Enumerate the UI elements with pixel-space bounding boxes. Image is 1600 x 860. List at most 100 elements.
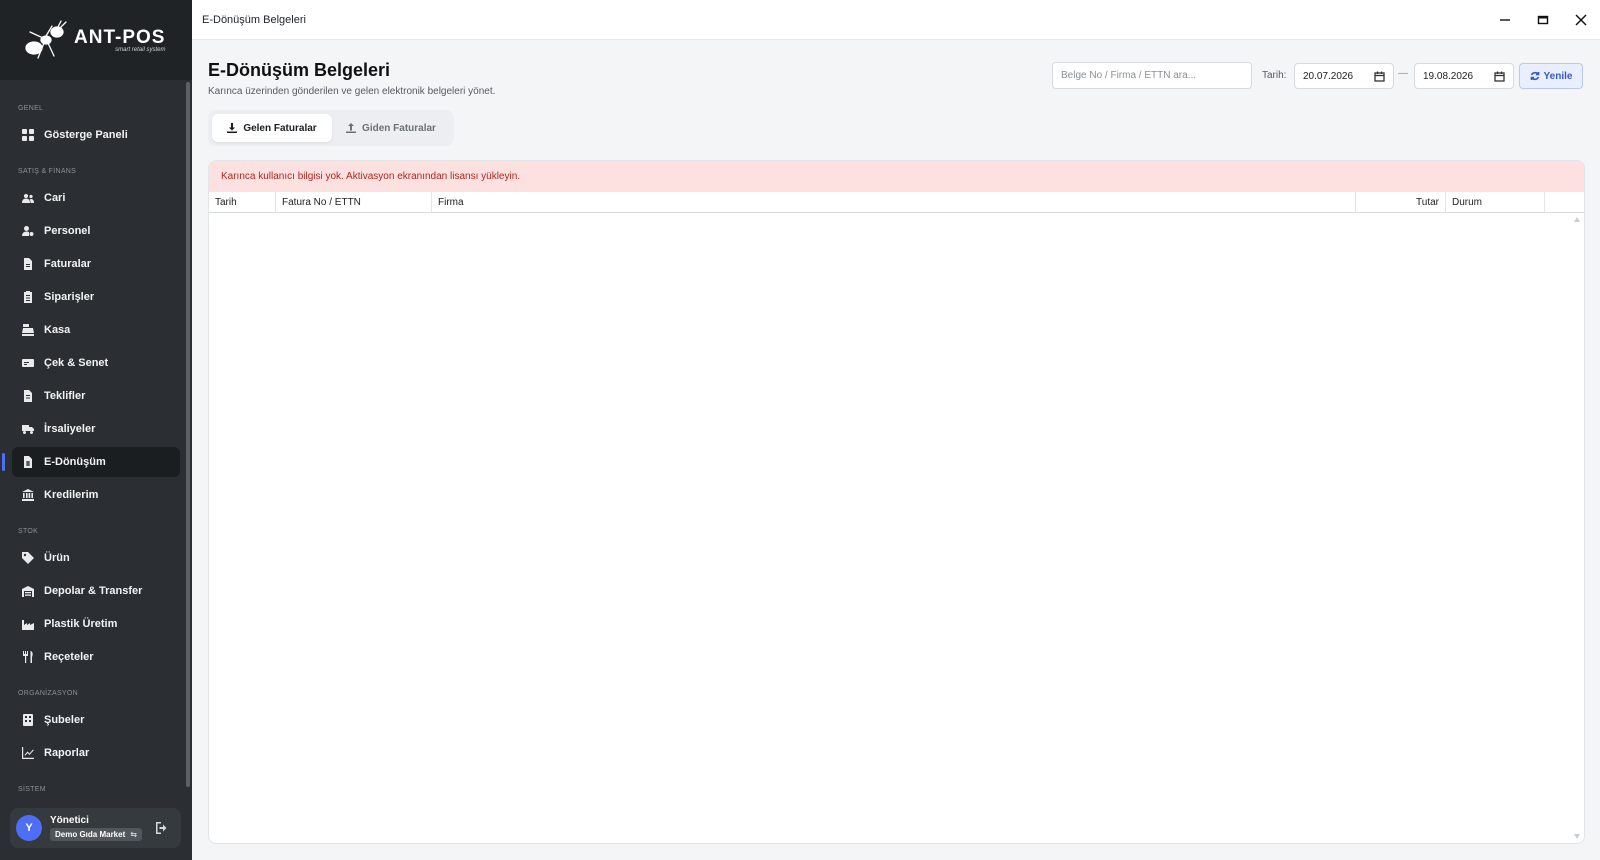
date-from-field[interactable]: 20.07.2026 bbox=[1294, 63, 1394, 89]
date-label: Tarih: bbox=[1262, 70, 1287, 81]
sidebar-item-label: Kasa bbox=[44, 324, 71, 336]
dashboard-grid-icon bbox=[22, 129, 34, 141]
avatar: Y bbox=[16, 815, 42, 841]
user-gear-icon bbox=[22, 226, 34, 236]
app-logo[interactable]: ANT-POS smart retail system bbox=[0, 0, 192, 80]
sidebar-item-label: Faturalar bbox=[44, 258, 92, 270]
sidebar-item-irsaliyeler[interactable]: İrsaliyeler bbox=[12, 414, 180, 444]
scroll-up-arrow-icon[interactable] bbox=[1574, 217, 1580, 222]
window-titlebar: E-Dönüşüm Belgeleri bbox=[192, 0, 1600, 40]
tab-label: Giden Faturalar bbox=[362, 122, 436, 134]
industry-icon bbox=[22, 620, 34, 630]
tab-label: Gelen Faturalar bbox=[243, 122, 317, 134]
sidebar-item-label: Ürün bbox=[44, 552, 70, 564]
close-button[interactable] bbox=[1562, 0, 1600, 40]
refresh-icon bbox=[1530, 71, 1539, 81]
utensils-icon bbox=[23, 651, 33, 663]
column-header-amount[interactable]: Tutar bbox=[1356, 192, 1446, 212]
sidebar-item-label: Gösterge Paneli bbox=[44, 129, 128, 141]
column-header-status[interactable]: Durum bbox=[1446, 192, 1545, 212]
building-icon bbox=[23, 714, 33, 726]
minimize-button[interactable] bbox=[1486, 0, 1524, 40]
search-input[interactable] bbox=[1052, 62, 1252, 89]
sidebar: ANT-POS smart retail system GENEL Göster… bbox=[0, 0, 192, 860]
sidebar-item-personel[interactable]: Personel bbox=[12, 216, 180, 246]
sidebar-item-plastik-uretim[interactable]: Plastik Üretim bbox=[12, 609, 180, 639]
table-header: Tarih Fatura No / ETTN Firma Tutar Durum bbox=[209, 192, 1584, 213]
section-stok: STOK bbox=[18, 528, 39, 535]
maximize-button[interactable] bbox=[1524, 0, 1562, 40]
license-warning-alert: Karınca kullanıcı bilgisi yok. Aktivasyo… bbox=[209, 161, 1584, 192]
sidebar-item-label: Cari bbox=[44, 192, 66, 204]
file-invoice-icon bbox=[24, 258, 32, 270]
window-title: E-Dönüşüm Belgeleri bbox=[202, 13, 306, 26]
column-header-invoice[interactable]: Fatura No / ETTN bbox=[276, 192, 432, 212]
calendar-icon bbox=[1494, 71, 1505, 82]
sidebar-item-label: Çek & Senet bbox=[44, 357, 109, 369]
minimize-icon bbox=[1500, 19, 1510, 21]
sidebar-item-label: Plastik Üretim bbox=[44, 618, 118, 630]
sidebar-item-label: Personel bbox=[44, 225, 91, 237]
sidebar-item-label: Teklifler bbox=[44, 390, 86, 402]
maximize-icon bbox=[1537, 15, 1549, 25]
tag-icon bbox=[22, 552, 34, 564]
users-icon bbox=[22, 194, 34, 203]
sidebar-item-depolar[interactable]: Depolar & Transfer bbox=[12, 576, 180, 606]
sidebar-item-cari[interactable]: Cari bbox=[12, 183, 180, 213]
upload-icon bbox=[346, 123, 357, 133]
sidebar-item-label: İrsaliyeler bbox=[44, 423, 96, 435]
clipboard-list-icon bbox=[24, 291, 32, 303]
window-controls bbox=[1486, 0, 1600, 40]
tab-incoming-invoices[interactable]: Gelen Faturalar bbox=[212, 114, 332, 142]
date-separator: — bbox=[1398, 68, 1408, 79]
calendar-icon bbox=[1374, 71, 1385, 82]
tab-outgoing-invoices[interactable]: Giden Faturalar bbox=[332, 114, 450, 142]
refresh-button[interactable]: Yenile bbox=[1519, 63, 1583, 89]
close-icon bbox=[1575, 14, 1587, 26]
invoice-table-panel: Karınca kullanıcı bilgisi yok. Aktivasyo… bbox=[208, 160, 1585, 844]
cash-register-icon bbox=[22, 324, 34, 336]
logout-icon[interactable] bbox=[155, 821, 169, 835]
sidebar-item-subeler[interactable]: Şubeler bbox=[12, 705, 180, 735]
user-name: Yönetici bbox=[50, 815, 89, 826]
company-switch-badge[interactable]: Demo Gıda Market ⇆ bbox=[50, 828, 142, 841]
sidebar-item-label: Reçeteler bbox=[44, 651, 94, 663]
truck-icon bbox=[22, 425, 34, 434]
page-title: E-Dönüşüm Belgeleri bbox=[208, 60, 391, 80]
date-from-value: 20.07.2026 bbox=[1303, 70, 1354, 82]
section-organizasyon: ORGANİZASYON bbox=[18, 690, 78, 697]
sidebar-scrollbar[interactable] bbox=[186, 82, 190, 787]
sidebar-item-teklifler[interactable]: Teklifler bbox=[12, 381, 180, 411]
switch-arrows-icon: ⇆ bbox=[130, 830, 137, 839]
sidebar-item-faturalar[interactable]: Faturalar bbox=[12, 249, 180, 279]
section-satis: SATIŞ & FİNANS bbox=[18, 168, 77, 175]
sidebar-item-e-donusum[interactable]: E-Dönüşüm bbox=[2, 447, 180, 477]
ant-logo-icon bbox=[25, 20, 67, 59]
sidebar-item-raporlar[interactable]: Raporlar bbox=[12, 738, 180, 768]
sidebar-nav: GENEL Gösterge Paneli SATIŞ & FİNANS Car… bbox=[0, 80, 192, 799]
warehouse-icon bbox=[22, 586, 34, 597]
section-genel: GENEL bbox=[18, 105, 44, 112]
table-body bbox=[209, 213, 1584, 843]
column-header-company[interactable]: Firma bbox=[432, 192, 1356, 212]
logo-title: ANT-POS bbox=[74, 27, 166, 48]
sidebar-item-kasa[interactable]: Kasa bbox=[12, 315, 180, 345]
sidebar-item-urun[interactable]: Ürün bbox=[12, 543, 180, 573]
sidebar-item-receteler[interactable]: Reçeteler bbox=[12, 642, 180, 672]
column-header-date[interactable]: Tarih bbox=[209, 192, 276, 212]
date-to-field[interactable]: 19.08.2026 bbox=[1414, 63, 1514, 89]
scroll-down-arrow-icon[interactable] bbox=[1574, 834, 1580, 839]
page-subtitle: Karınca üzerinden gönderilen ve gelen el… bbox=[208, 86, 496, 97]
sidebar-item-siparisler[interactable]: Siparişler bbox=[12, 282, 180, 312]
sidebar-item-cek-senet[interactable]: Çek & Senet bbox=[12, 348, 180, 378]
invoice-tabs: Gelen Faturalar Giden Faturalar bbox=[208, 110, 454, 146]
sidebar-item-label: Siparişler bbox=[44, 291, 95, 303]
main-content: E-Dönüşüm Belgeleri Karınca üzerinden gö… bbox=[192, 40, 1600, 860]
sidebar-item-label: Depolar & Transfer bbox=[44, 585, 143, 597]
file-code-icon bbox=[24, 456, 32, 468]
sidebar-item-dashboard[interactable]: Gösterge Paneli bbox=[12, 120, 180, 150]
sidebar-item-label: Kredilerim bbox=[44, 489, 99, 501]
user-card[interactable]: Y Yönetici Demo Gıda Market ⇆ bbox=[10, 808, 181, 848]
money-check-icon bbox=[22, 359, 34, 367]
sidebar-item-kredilerim[interactable]: Kredilerim bbox=[12, 480, 180, 510]
